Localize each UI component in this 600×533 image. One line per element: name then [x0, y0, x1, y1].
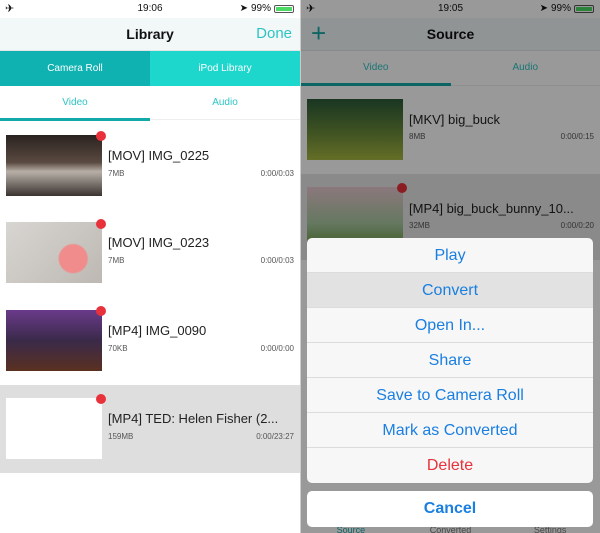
status-bar: ✈ 19:06 ➤ 99%	[0, 0, 300, 18]
item-size: 7MB	[108, 169, 125, 178]
cancel-button[interactable]: Cancel	[307, 491, 593, 527]
item-title: [MOV] IMG_0225	[108, 148, 210, 163]
list-item[interactable]: [MP4] TED: Helen Fisher (2... 159MB 0:00…	[0, 385, 300, 473]
segment-camera-roll[interactable]: Camera Roll	[0, 51, 150, 86]
action-delete[interactable]: Delete	[307, 448, 593, 483]
new-badge	[96, 219, 106, 229]
source-segmented-control: Camera Roll iPod Library	[0, 51, 300, 86]
source-screen: ✈ 19:05 ➤ 99% + Source Video Audio [MKV] …	[300, 0, 600, 533]
new-badge	[96, 394, 106, 404]
battery-icon	[274, 4, 294, 13]
video-thumbnail	[6, 398, 102, 459]
action-play[interactable]: Play	[307, 238, 593, 273]
item-duration: 0:00/23:27	[256, 432, 294, 441]
battery-percent: 99%	[250, 3, 271, 14]
video-thumbnail	[6, 310, 102, 371]
new-badge	[96, 131, 106, 141]
item-size: 7MB	[108, 256, 125, 265]
action-open-in[interactable]: Open In...	[307, 308, 593, 343]
action-convert[interactable]: Convert	[307, 273, 593, 308]
item-duration: 0:00/0:03	[260, 169, 294, 178]
list-item[interactable]: [MP4] IMG_0090 70KB 0:00/0:00	[0, 303, 300, 389]
page-title: Library	[126, 26, 174, 42]
list-item[interactable]: [MOV] IMG_0223 7MB 0:00/0:03	[0, 215, 300, 301]
action-share[interactable]: Share	[307, 343, 593, 378]
item-duration: 0:00/0:03	[260, 256, 294, 265]
item-size: 159MB	[108, 432, 134, 441]
item-size: 70KB	[108, 344, 128, 353]
video-thumbnail	[6, 222, 102, 283]
video-thumbnail	[6, 135, 102, 196]
item-duration: 0:00/0:00	[260, 344, 294, 353]
tab-audio[interactable]: Audio	[150, 86, 300, 119]
action-mark-as-converted[interactable]: Mark as Converted	[307, 413, 593, 448]
segment-ipod-library[interactable]: iPod Library	[150, 51, 300, 86]
location-icon: ➤	[239, 3, 248, 14]
done-button[interactable]: Done	[256, 25, 292, 42]
library-screen: ✈ 19:06 ➤ 99% Library Done Camera Roll iP…	[0, 0, 300, 533]
item-title: [MOV] IMG_0223	[108, 235, 210, 250]
nav-bar: Library Done	[0, 18, 300, 51]
list-item[interactable]: [MOV] IMG_0225 7MB 0:00/0:03	[0, 128, 300, 214]
tab-video[interactable]: Video	[0, 86, 150, 119]
new-badge	[96, 306, 106, 316]
item-title: [MP4] IMG_0090	[108, 323, 207, 338]
tab-indicator	[0, 118, 150, 121]
action-save-to-camera-roll[interactable]: Save to Camera Roll	[307, 378, 593, 413]
item-title: [MP4] TED: Helen Fisher (2...	[108, 411, 279, 426]
media-tabs: Video Audio	[0, 86, 300, 120]
action-sheet: Play Convert Open In... Share Save to Ca…	[307, 238, 593, 483]
